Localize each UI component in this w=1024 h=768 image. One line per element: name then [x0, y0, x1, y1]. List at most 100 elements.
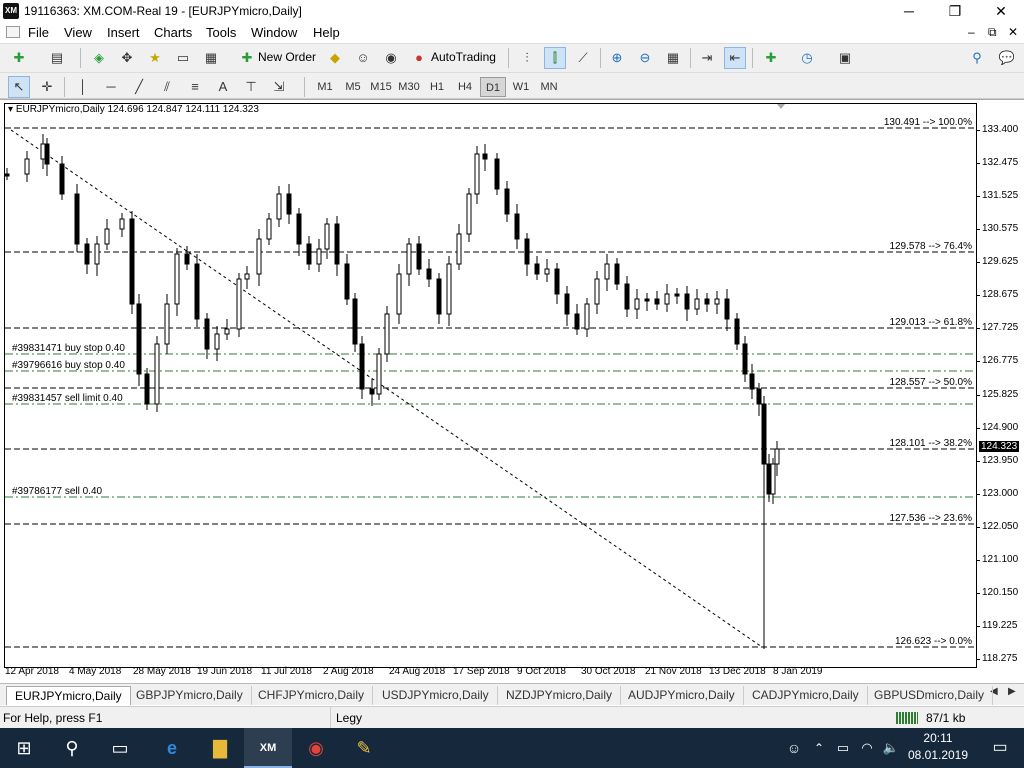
task-view-icon[interactable]: ▭ — [96, 728, 144, 768]
chart-symbol-info: EURJPYmicro,Daily 124.696 124.847 124.11… — [15, 104, 259, 115]
clock-time[interactable]: 20:11 — [912, 731, 964, 745]
profiles-icon[interactable]: ▤ — [46, 47, 68, 69]
autoscroll-icon[interactable]: ⇥ — [696, 47, 718, 69]
timeframe-m1[interactable]: M1 — [312, 77, 338, 97]
time-axis[interactable]: 12 Apr 2018 4 May 2018 28 May 2018 19 Jun 2… — [4, 666, 977, 682]
autotrading-button[interactable]: AutoTrading — [431, 50, 496, 64]
tab-scroll-right-icon[interactable]: ▶ — [1008, 686, 1016, 697]
data-window-icon[interactable]: ✥ — [116, 47, 138, 69]
templates-icon[interactable]: ▣ — [834, 47, 856, 69]
chart-shift-icon[interactable]: ⇤ — [724, 47, 746, 69]
crosshair-icon[interactable]: ✛ — [36, 76, 58, 98]
timeframe-m30[interactable]: M30 — [396, 77, 422, 97]
new-chart-icon[interactable]: ✚ — [8, 47, 30, 69]
chart-tab[interactable]: AUDJPYmicro,Daily — [620, 686, 744, 705]
chart-tab[interactable]: CADJPYmicro,Daily — [744, 686, 868, 705]
bar-chart-icon[interactable]: ⫶ — [516, 47, 538, 69]
tile-windows-icon[interactable]: ▦ — [662, 47, 684, 69]
timeframe-mn[interactable]: MN — [536, 77, 562, 97]
sub-restore-button[interactable]: ⧉ — [988, 25, 997, 40]
toolbar-separator — [752, 48, 753, 68]
timeframe-m5[interactable]: M5 — [340, 77, 366, 97]
chat-icon[interactable]: ☺ — [352, 47, 374, 69]
close-button[interactable]: ✕ — [978, 0, 1024, 22]
indicators-icon[interactable]: ✚ — [760, 47, 782, 69]
status-help: For Help, press F1 — [3, 711, 103, 725]
fibonacci-icon[interactable]: ≡ — [184, 76, 206, 98]
menu-window[interactable]: Window — [251, 25, 297, 40]
maximize-button[interactable]: ❐ — [932, 0, 978, 22]
xm-terminal-taskbar-icon[interactable]: XM — [244, 728, 292, 768]
search-taskbar-icon[interactable]: ⚲ — [48, 728, 96, 768]
clock-date[interactable]: 08.01.2019 — [906, 748, 970, 762]
new-order-icon[interactable]: ✚ — [236, 47, 258, 69]
menu-tools[interactable]: Tools — [206, 25, 236, 40]
timeframe-w1[interactable]: W1 — [508, 77, 534, 97]
tray-expand-icon[interactable]: ⌃ — [808, 728, 830, 768]
menu-charts[interactable]: Charts — [154, 25, 192, 40]
windows-start-icon[interactable]: ⊞ — [0, 728, 48, 768]
sub-minimize-button[interactable]: – — [968, 25, 975, 39]
order-label: #39831457 sell limit 0.40 — [12, 393, 123, 404]
paint-icon[interactable]: ✎ — [340, 728, 388, 768]
candlestick-icon[interactable]: ⫿ — [544, 47, 566, 69]
cursor-icon[interactable]: ↖ — [8, 76, 30, 98]
menu-help[interactable]: Help — [313, 25, 340, 40]
price-tick-label: 130.575 — [982, 223, 1019, 235]
price-tick-label: 128.675 — [982, 289, 1019, 301]
vertical-line-icon[interactable]: │ — [72, 76, 94, 98]
edge-browser-icon[interactable]: e — [148, 728, 196, 768]
timeframe-h1[interactable]: H1 — [424, 77, 450, 97]
file-explorer-icon[interactable]: ▇ — [196, 728, 244, 768]
chart-tab[interactable]: USDJPYmicro,Daily — [374, 686, 498, 705]
volume-icon[interactable]: 🔈 — [880, 728, 902, 768]
wifi-icon[interactable]: ◠ — [856, 728, 878, 768]
header-dropdown-icon: ▾ — [8, 104, 16, 115]
fib-level-label: 130.491 --> 100.0% — [884, 117, 972, 128]
chart-tab[interactable]: EURJPYmicro,Daily — [6, 686, 131, 705]
search-icon[interactable]: ⚲ — [966, 47, 988, 69]
menu-insert[interactable]: Insert — [107, 25, 140, 40]
chrome-icon[interactable]: ◉ — [292, 728, 340, 768]
trendline-icon[interactable]: ╱ — [128, 76, 150, 98]
minimize-button[interactable]: ─ — [886, 0, 932, 22]
price-tick-mark — [977, 592, 980, 594]
signals-icon[interactable]: ◉ — [380, 47, 402, 69]
market-watch-icon[interactable]: ◈ — [88, 47, 110, 69]
chart-tab[interactable]: GBPJPYmicro,Daily — [128, 686, 252, 705]
chat-bubble-icon[interactable]: 💬 — [996, 47, 1018, 69]
chart-tab[interactable]: CHFJPYmicro,Daily — [250, 686, 374, 705]
terminal-icon[interactable]: ▭ — [172, 47, 194, 69]
battery-icon[interactable]: ▭ — [832, 728, 854, 768]
text-label-icon[interactable]: ⊤ — [240, 76, 262, 98]
new-order-button[interactable]: New Order — [258, 50, 316, 64]
text-icon[interactable]: A — [212, 76, 234, 98]
menu-file[interactable]: File — [28, 25, 49, 40]
tester-icon[interactable]: ▦ — [200, 47, 222, 69]
candle-body — [244, 273, 250, 280]
chart-tab[interactable]: GBPUSDmicro,Daily — [866, 686, 994, 705]
periods-icon[interactable]: ◷ — [796, 47, 818, 69]
price-axis[interactable]: 133.400 132.475 131.525 130.575 129.625 128.6… — [977, 103, 1024, 668]
chart-plot-area[interactable]: 130.491 --> 100.0% 129.578 --> 76.4% 129.0… — [4, 103, 977, 668]
current-price-label: 124.323 — [979, 441, 1020, 453]
menu-view[interactable]: View — [64, 25, 92, 40]
channel-icon[interactable]: ⫽ — [156, 76, 178, 98]
timeframe-d1[interactable]: D1 — [480, 77, 506, 97]
autotrading-icon[interactable]: ● — [408, 47, 430, 69]
zoom-out-icon[interactable]: ⊖ — [634, 47, 656, 69]
timeframe-h4[interactable]: H4 — [452, 77, 478, 97]
status-traffic: 87/1 kb — [926, 711, 966, 725]
chart-tab[interactable]: NZDJPYmicro,Daily — [498, 686, 622, 705]
candle-body — [749, 373, 755, 390]
timeframe-m15[interactable]: M15 — [368, 77, 394, 97]
zoom-in-icon[interactable]: ⊕ — [606, 47, 628, 69]
line-chart-icon[interactable]: ⟋ — [572, 47, 594, 69]
meta-editor-icon[interactable]: ◆ — [324, 47, 346, 69]
sub-close-button[interactable]: ✕ — [1008, 25, 1018, 39]
price-tick-mark — [977, 526, 980, 528]
notifications-icon[interactable]: ▭ — [976, 728, 1024, 768]
horizontal-line-icon[interactable]: ─ — [100, 76, 122, 98]
arrows-icon[interactable]: ⇲ — [268, 76, 290, 98]
navigator-icon[interactable]: ★ — [144, 47, 166, 69]
